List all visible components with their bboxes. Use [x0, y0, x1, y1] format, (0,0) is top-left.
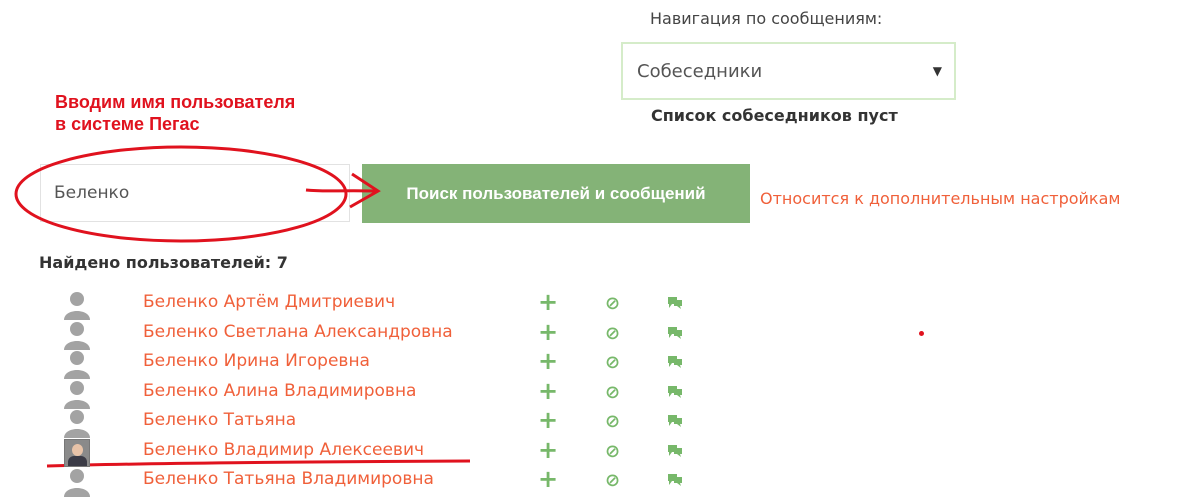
default-user-icon — [64, 380, 90, 409]
block-user-icon[interactable]: ⊘ — [605, 323, 620, 344]
annotation-arrow-line — [305, 188, 376, 193]
add-contact-icon[interactable]: + — [538, 465, 558, 493]
add-contact-icon[interactable]: + — [538, 347, 558, 375]
block-user-icon[interactable]: ⊘ — [605, 293, 620, 314]
default-user-icon — [64, 410, 90, 438]
default-user-icon — [64, 292, 90, 320]
add-contact-icon[interactable]: + — [538, 288, 558, 316]
user-name-link[interactable]: Беленко Ирина Игоревна — [143, 351, 370, 371]
default-user-icon — [64, 469, 90, 497]
found-users-count: Найдено пользователей: 7 — [39, 253, 288, 272]
user-name-link[interactable]: Беленко Татьяна — [143, 410, 296, 430]
user-name-link[interactable]: Беленко Светлана Александровна — [143, 322, 453, 342]
list-item: Беленко Владимир Алексеевич + ⊘ — [60, 436, 700, 470]
message-icon[interactable] — [668, 474, 682, 486]
user-name-link[interactable]: Беленко Артём Дмитриевич — [143, 292, 395, 312]
message-icon[interactable] — [668, 415, 682, 427]
list-item: Беленко Артём Дмитриевич + ⊘ — [60, 288, 700, 322]
user-name-link[interactable]: Беленко Татьяна Владимировна — [143, 469, 434, 489]
list-item: Беленко Татьяна Владимировна + ⊘ — [60, 465, 700, 499]
block-user-icon[interactable]: ⊘ — [605, 382, 620, 403]
message-icon[interactable] — [668, 385, 682, 398]
message-icon[interactable] — [668, 444, 682, 457]
annotation-ellipse — [14, 145, 348, 243]
default-user-icon — [64, 351, 90, 379]
user-photo-avatar — [64, 438, 90, 467]
add-contact-icon[interactable]: + — [538, 318, 558, 346]
message-icon[interactable] — [668, 356, 682, 368]
message-icon[interactable] — [668, 297, 682, 309]
add-contact-icon[interactable]: + — [538, 436, 558, 464]
list-item: Беленко Ирина Игоревна + ⊘ — [60, 347, 700, 381]
list-item: Беленко Татьяна + ⊘ — [60, 406, 700, 440]
message-icon[interactable] — [668, 326, 682, 339]
default-user-icon — [64, 321, 90, 350]
block-user-icon[interactable]: ⊘ — [605, 470, 620, 491]
block-user-icon[interactable]: ⊘ — [605, 411, 620, 432]
block-user-icon[interactable]: ⊘ — [605, 441, 620, 462]
add-contact-icon[interactable]: + — [538, 377, 558, 405]
user-name-link[interactable]: Беленко Владимир Алексеевич — [143, 440, 424, 460]
user-name-link[interactable]: Беленко Алина Владимировна — [143, 381, 416, 401]
block-user-icon[interactable]: ⊘ — [605, 352, 620, 373]
add-contact-icon[interactable]: + — [538, 406, 558, 434]
list-item: Беленко Алина Владимировна + ⊘ — [60, 377, 700, 411]
list-item: Беленко Светлана Александровна + ⊘ — [60, 318, 700, 352]
annotation-dot — [919, 331, 924, 336]
